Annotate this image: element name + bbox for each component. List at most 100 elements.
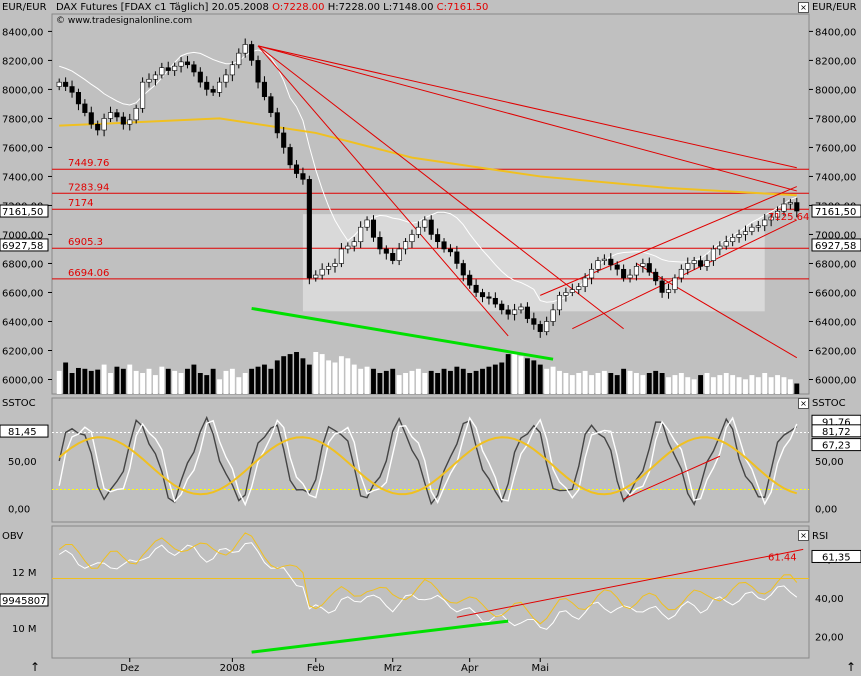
volume-bar (319, 354, 325, 394)
candle-body (589, 268, 595, 279)
price-tick-label-left: 8200,00 (2, 56, 43, 67)
volume-bar (524, 358, 530, 394)
candle-body (364, 219, 370, 228)
x-tick-label: Dez (120, 663, 139, 674)
candle-body (492, 297, 498, 305)
level-label: 7449.76 (68, 158, 109, 169)
volume-bar (492, 364, 498, 394)
candle-body (223, 74, 229, 83)
candle-body (646, 263, 652, 273)
candle-body (95, 123, 101, 131)
volume-bar (460, 368, 466, 394)
candle-body (165, 67, 171, 71)
period-label: Täglich] (169, 2, 209, 13)
volume-bar (557, 370, 562, 394)
volume-bar (108, 373, 113, 394)
rsi-annotation-label: 61.44 (768, 552, 797, 563)
candle-body (710, 248, 716, 261)
candle-body (569, 289, 575, 293)
volume-bar (101, 364, 107, 394)
candle-body (736, 234, 742, 238)
volume-bar (672, 375, 678, 394)
price-panel (51, 13, 810, 395)
price-tick-label-left: 6000,00 (2, 375, 43, 386)
candle-body (640, 263, 646, 267)
candle-body (576, 286, 582, 290)
volume-bar (621, 368, 627, 394)
volume-bar (204, 375, 210, 394)
candle-body (486, 296, 492, 299)
candle-body (698, 260, 704, 267)
volume-bar (710, 377, 716, 394)
close-box-icon[interactable]: × (798, 530, 809, 541)
volume-bar (294, 352, 299, 394)
volume-bar (563, 373, 569, 394)
volume-bar (152, 375, 158, 394)
volume-bar (627, 370, 633, 394)
volume-bar (467, 373, 473, 394)
candle-body (627, 274, 633, 279)
volume-bar (210, 368, 216, 394)
up-arrow-icon[interactable]: ↑ (30, 660, 40, 674)
copyright-text: © www.tradesignalonline.com (56, 16, 193, 26)
close-box-icon[interactable]: × (798, 398, 809, 409)
candle-body (653, 271, 659, 282)
last-price-label-left: 7161,50 (2, 207, 43, 218)
candle-body (383, 248, 389, 254)
candle-body (499, 303, 505, 311)
candle-body (428, 219, 434, 235)
volume-bar (165, 368, 171, 394)
candle-body (704, 260, 710, 267)
candle-body (172, 65, 178, 71)
volume-bar (505, 354, 511, 394)
volume-bar (255, 366, 261, 394)
currency-right-label: EUR/EUR (812, 2, 857, 13)
candle-body (255, 60, 261, 83)
candle-body (415, 226, 421, 235)
x-tick-label: Feb (307, 663, 325, 674)
candle-body (787, 202, 793, 205)
volume-bar (717, 375, 723, 394)
volume-bar (601, 370, 607, 394)
candle-body (191, 64, 197, 73)
x-tick-label: 2008 (220, 663, 245, 674)
candle-body (396, 248, 402, 261)
level-label: 7174 (68, 198, 93, 209)
candle-body (717, 245, 723, 250)
volume-bar (743, 379, 748, 394)
volume-bar (531, 360, 537, 394)
rsi-tick-label: 20,00 (815, 633, 844, 644)
volume-bar (659, 373, 665, 394)
volume-bar (480, 368, 485, 394)
price-tick-label-left: 8400,00 (2, 27, 43, 38)
volume-bar (589, 375, 594, 394)
volume-bar (608, 373, 614, 394)
price-tick-label-right: 7800,00 (815, 114, 856, 125)
secondary-price-label-right: 6927,58 (815, 241, 856, 252)
currency-left-label: EUR/EUR (2, 2, 47, 13)
candle-body (563, 292, 569, 296)
volume-bar (473, 370, 479, 394)
sstoc-tick-label-left: 50,00 (8, 457, 37, 468)
candle-body (326, 266, 332, 270)
volume-bar (358, 368, 364, 394)
volume-bar (217, 379, 222, 394)
candle-body (210, 89, 216, 93)
candle-body (184, 61, 191, 66)
candle-body (749, 226, 755, 232)
close-value: C:7161.50 (436, 2, 489, 13)
chart-window: 7449.76 7283.94 7174 6905.3 6694.06 7125.64 6… (0, 0, 861, 676)
volume-bar (95, 369, 101, 394)
candle-body (261, 81, 267, 97)
close-box-icon[interactable]: × (798, 2, 809, 13)
candle-body (274, 112, 280, 134)
volume-bar (415, 368, 421, 394)
price-tick-label-right: 6200,00 (815, 346, 856, 357)
secondary-price-label-left: 6927,58 (2, 241, 43, 252)
price-tick-label-right: 6600,00 (815, 288, 856, 299)
volume-bar (146, 368, 152, 394)
candle-body (146, 78, 152, 83)
price-tick-label-left: 8000,00 (2, 85, 43, 96)
price-tick-label-left: 7400,00 (2, 172, 43, 183)
up-arrow-icon[interactable]: ↑ (846, 660, 856, 674)
